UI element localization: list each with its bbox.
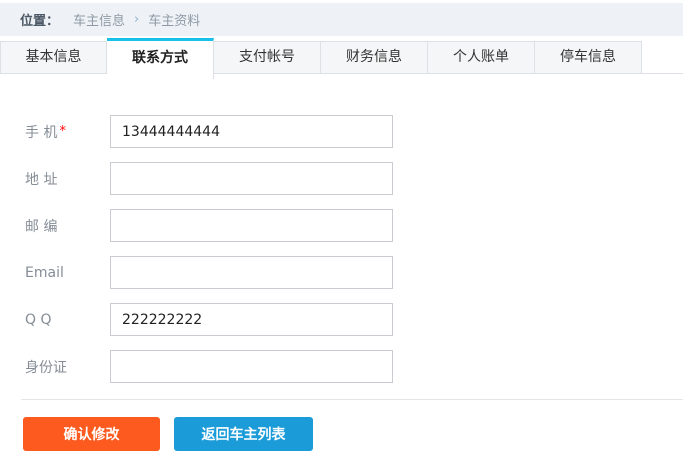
phone-label: 手 机* xyxy=(0,122,110,142)
form-divider xyxy=(21,399,683,400)
breadcrumb-separator-icon: › xyxy=(134,12,139,27)
phone-input[interactable] xyxy=(110,115,393,148)
required-marker: * xyxy=(59,124,66,139)
back-to-owner-list-button[interactable]: 返回车主列表 xyxy=(174,417,313,451)
tab-finance-info[interactable]: 财务信息 xyxy=(321,41,428,74)
address-input[interactable] xyxy=(110,162,393,195)
qq-label: Q Q xyxy=(0,312,110,328)
tab-parking-info[interactable]: 停车信息 xyxy=(535,41,642,74)
zipcode-input[interactable] xyxy=(110,209,393,242)
qq-input[interactable] xyxy=(110,303,393,336)
email-input[interactable] xyxy=(110,256,393,289)
breadcrumb-item-owner-info[interactable]: 车主信息 xyxy=(73,10,125,29)
tab-basic-info[interactable]: 基本信息 xyxy=(0,41,107,74)
id-card-label: 身份证 xyxy=(0,357,110,377)
form-row-phone: 手 机* xyxy=(0,115,683,148)
form-row-address: 地 址 xyxy=(0,162,683,195)
breadcrumb: 位置： 车主信息 › 车主资料 xyxy=(0,3,683,36)
form-row-zipcode: 邮 编 xyxy=(0,209,683,242)
breadcrumb-item-owner-profile[interactable]: 车主资料 xyxy=(148,10,200,29)
form-row-qq: Q Q xyxy=(0,303,683,336)
tab-payment-account[interactable]: 支付帐号 xyxy=(214,41,321,74)
button-row: 确认修改 返回车主列表 xyxy=(0,417,683,451)
tab-bar-filler xyxy=(642,38,683,74)
zipcode-label: 邮 编 xyxy=(0,216,110,236)
form-row-email: Email xyxy=(0,256,683,289)
contact-form: 手 机* 地 址 邮 编 Email Q Q 身份证 xyxy=(0,115,683,383)
form-row-id-card: 身份证 xyxy=(0,350,683,383)
confirm-edit-button[interactable]: 确认修改 xyxy=(23,417,160,451)
id-card-input[interactable] xyxy=(110,350,393,383)
address-label: 地 址 xyxy=(0,169,110,189)
tab-contact-info[interactable]: 联系方式 xyxy=(107,38,214,79)
email-label: Email xyxy=(0,265,110,281)
breadcrumb-label: 位置： xyxy=(20,10,59,29)
tab-personal-bill[interactable]: 个人账单 xyxy=(428,41,535,74)
tab-bar: 基本信息 联系方式 支付帐号 财务信息 个人账单 停车信息 xyxy=(0,38,683,79)
